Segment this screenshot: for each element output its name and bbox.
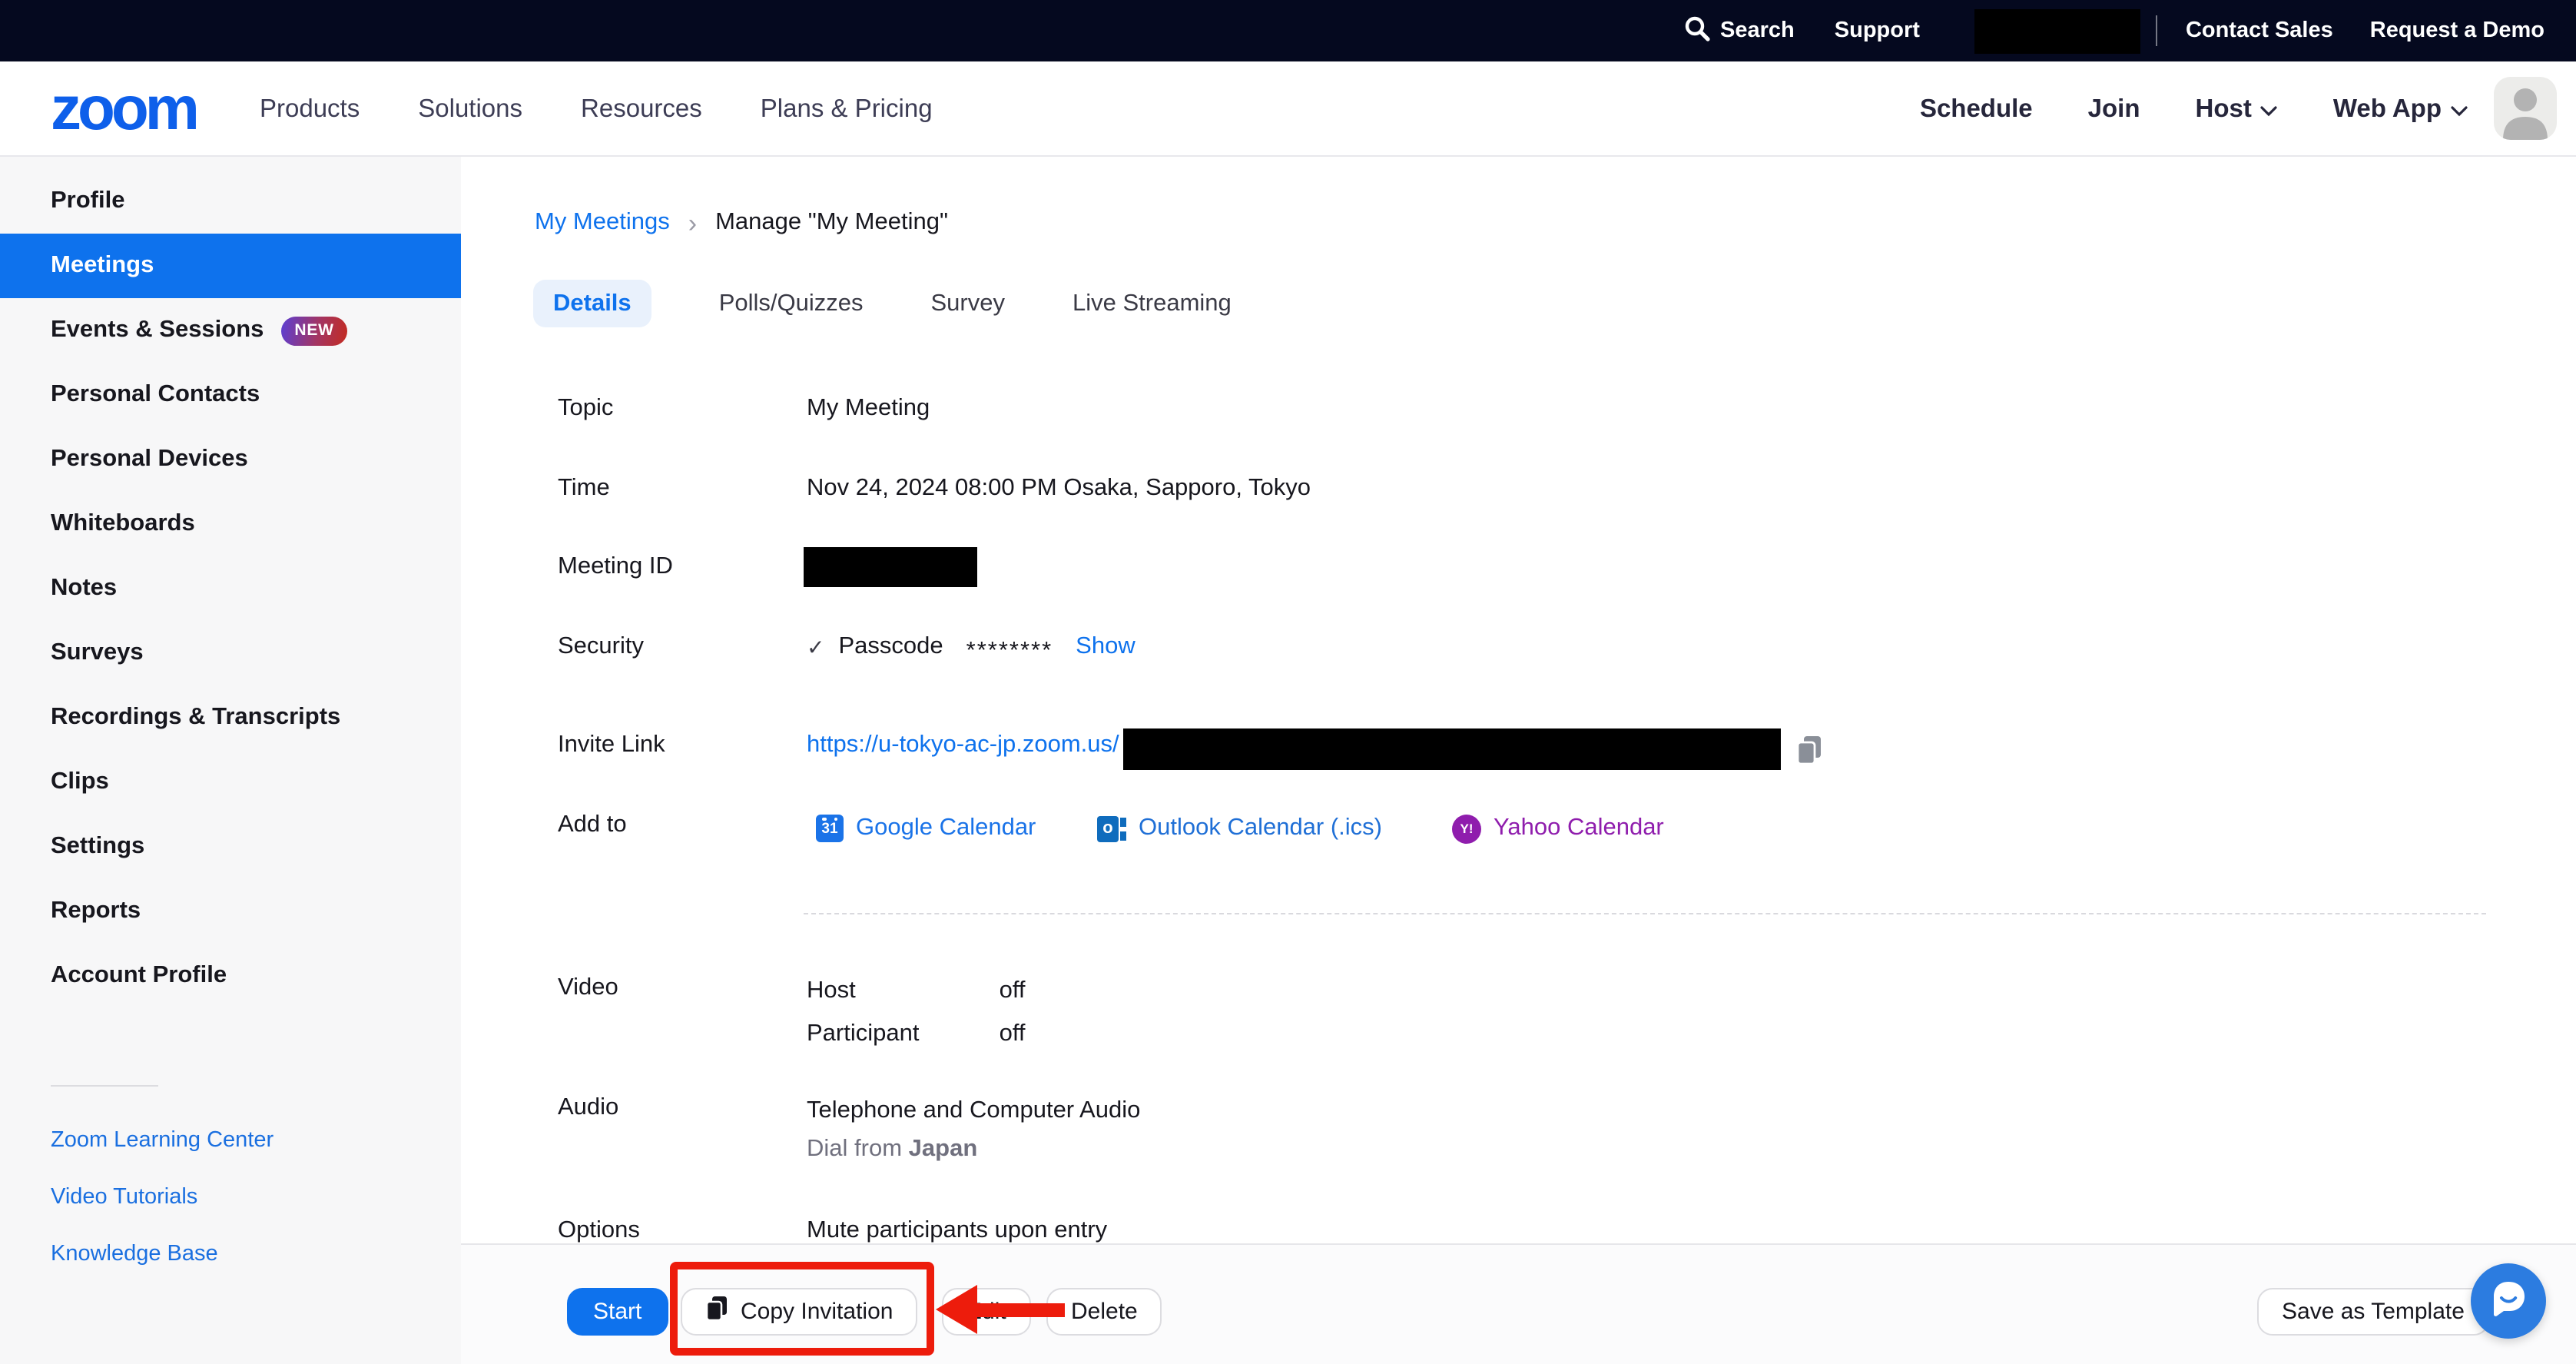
checkmark-icon: ✓ [807, 634, 824, 660]
nav-menu: Products Solutions Resources Plans & Pri… [260, 61, 933, 157]
sidebar-item-profile[interactable]: Profile [0, 169, 461, 234]
search-button[interactable]: Search [1683, 15, 1795, 47]
video-host-row: Host off [807, 977, 1026, 1005]
zoom-web-portal: Search Support Contact Sales Request a D… [0, 0, 2576, 1364]
sidebar-item-notes[interactable]: Notes [0, 556, 461, 621]
main-nav-bar: zoom Products Solutions Resources Plans … [0, 61, 2576, 157]
chevron-down-icon [2451, 95, 2468, 124]
redacted-meeting-id [804, 547, 977, 587]
zoom-logo[interactable]: zoom [51, 72, 196, 146]
sidebar-link-zoom-learning-center[interactable]: Zoom Learning Center [0, 1111, 461, 1168]
dial-country: Japan [909, 1136, 978, 1162]
outlook-calendar-icon: o [1097, 814, 1126, 843]
video-participant-row: Participant off [807, 1021, 1026, 1048]
video-participant-label: Participant [807, 1021, 993, 1048]
join-link[interactable]: Join [2088, 95, 2140, 124]
show-passcode-link[interactable]: Show [1076, 633, 1135, 661]
sidebar-item-whiteboards[interactable]: Whiteboards [0, 492, 461, 556]
sidebar-item-recordings-transcripts[interactable]: Recordings & Transcripts [0, 685, 461, 750]
breadcrumb-separator-icon: › [688, 211, 697, 234]
topic-value: My Meeting [807, 395, 930, 423]
video-host-value: off [1000, 977, 1026, 1004]
sidebar-item-account-profile[interactable]: Account Profile [0, 944, 461, 1008]
security-value: ✓ Passcode ******** Show [807, 633, 1135, 661]
yahoo-calendar-link[interactable]: Y! Yahoo Calendar [1452, 811, 1664, 845]
tab-details[interactable]: Details [533, 280, 651, 327]
options-label: Options [558, 1217, 640, 1245]
add-to-label: Add to [558, 811, 627, 839]
audio-value: Telephone and Computer Audio [807, 1097, 1140, 1125]
search-label: Search [1720, 18, 1795, 43]
annotation-arrow-shaft [974, 1303, 1065, 1316]
copy-invitation-button[interactable]: Copy Invitation [681, 1288, 917, 1336]
top-utility-bar: Search Support Contact Sales Request a D… [0, 0, 2576, 61]
host-dropdown[interactable]: Host [2196, 95, 2278, 124]
meeting-tabs: Details Polls/Quizzes Survey Live Stream… [533, 280, 1232, 327]
sidebar-item-settings[interactable]: Settings [0, 815, 461, 879]
tab-survey[interactable]: Survey [931, 290, 1006, 317]
chat-support-button[interactable] [2471, 1263, 2546, 1339]
video-participant-value: off [1000, 1021, 1026, 1047]
invite-link-label: Invite Link [558, 732, 665, 759]
breadcrumb-current: Manage "My Meeting" [715, 209, 948, 237]
sidebar-item-surveys[interactable]: Surveys [0, 621, 461, 685]
security-label: Security [558, 633, 644, 661]
passcode-label: Passcode [838, 633, 943, 661]
request-demo-link[interactable]: Request a Demo [2370, 18, 2545, 43]
copy-icon [705, 1296, 728, 1328]
chat-icon [2488, 1276, 2529, 1326]
sidebar-divider [51, 1085, 158, 1087]
sidebar-item-personal-contacts[interactable]: Personal Contacts [0, 363, 461, 427]
save-as-template-button[interactable]: Save as Template [2257, 1288, 2489, 1336]
sidebar-item-clips[interactable]: Clips [0, 750, 461, 815]
outlook-calendar-link[interactable]: o Outlook Calendar (.ics) [1097, 811, 1382, 845]
support-link[interactable]: Support [1835, 18, 1920, 43]
web-app-dropdown[interactable]: Web App [2333, 95, 2468, 124]
topic-label: Topic [558, 395, 613, 423]
video-host-label: Host [807, 977, 993, 1005]
time-label: Time [558, 475, 610, 503]
sidebar-link-knowledge-base[interactable]: Knowledge Base [0, 1225, 461, 1282]
start-button[interactable]: Start [567, 1288, 668, 1336]
nav-item-products[interactable]: Products [260, 95, 360, 124]
section-divider [804, 913, 2486, 914]
invite-link-url[interactable]: https://u-tokyo-ac-jp.zoom.us/ [807, 732, 1119, 759]
new-badge: NEW [280, 316, 347, 345]
video-label: Video [558, 974, 618, 1002]
audio-label: Audio [558, 1094, 618, 1122]
user-avatar[interactable] [2494, 77, 2557, 140]
tab-live-streaming[interactable]: Live Streaming [1073, 290, 1232, 317]
meeting-id-label: Meeting ID [558, 553, 673, 581]
breadcrumb: My Meetings › Manage "My Meeting" [535, 209, 948, 237]
redacted-phone-number [1975, 8, 2141, 53]
copy-link-icon[interactable] [1795, 735, 1824, 775]
sidebar-item-reports[interactable]: Reports [0, 879, 461, 944]
passcode-mask: ******** [966, 638, 1053, 665]
search-icon [1683, 15, 1720, 47]
nav-item-plans-pricing[interactable]: Plans & Pricing [761, 95, 933, 124]
options-value: Mute participants upon entry [807, 1217, 1107, 1245]
google-calendar-link[interactable]: 31 Google Calendar [816, 811, 1036, 845]
topbar-divider [2157, 15, 2158, 46]
redacted-invite-link [1123, 728, 1781, 770]
time-value: Nov 24, 2024 08:00 PM Osaka, Sapporo, To… [807, 475, 1311, 503]
contact-sales-link[interactable]: Contact Sales [2186, 18, 2333, 43]
sidebar-link-video-tutorials[interactable]: Video Tutorials [0, 1168, 461, 1225]
google-calendar-icon: 31 [816, 815, 844, 842]
nav-item-solutions[interactable]: Solutions [418, 95, 522, 124]
sidebar-item-events-sessions[interactable]: Events & Sessions NEW [0, 298, 461, 363]
nav-actions: Schedule Join Host Web App [1920, 61, 2468, 157]
breadcrumb-my-meetings[interactable]: My Meetings [535, 209, 670, 237]
nav-item-resources[interactable]: Resources [581, 95, 702, 124]
chevron-down-icon [2261, 95, 2278, 124]
footer-action-bar: Start Copy Invitation Edit Delete Save a… [461, 1243, 2576, 1364]
annotation-arrow-icon [936, 1285, 977, 1334]
yahoo-calendar-icon: Y! [1452, 814, 1481, 843]
tab-polls-quizzes[interactable]: Polls/Quizzes [719, 290, 864, 317]
sidebar-item-meetings[interactable]: Meetings [0, 234, 461, 298]
sidebar-item-personal-devices[interactable]: Personal Devices [0, 427, 461, 492]
sidebar: Profile Meetings Events & Sessions NEW P… [0, 157, 461, 1364]
schedule-link[interactable]: Schedule [1920, 95, 2033, 124]
audio-dial-from: Dial from Japan [807, 1136, 977, 1163]
